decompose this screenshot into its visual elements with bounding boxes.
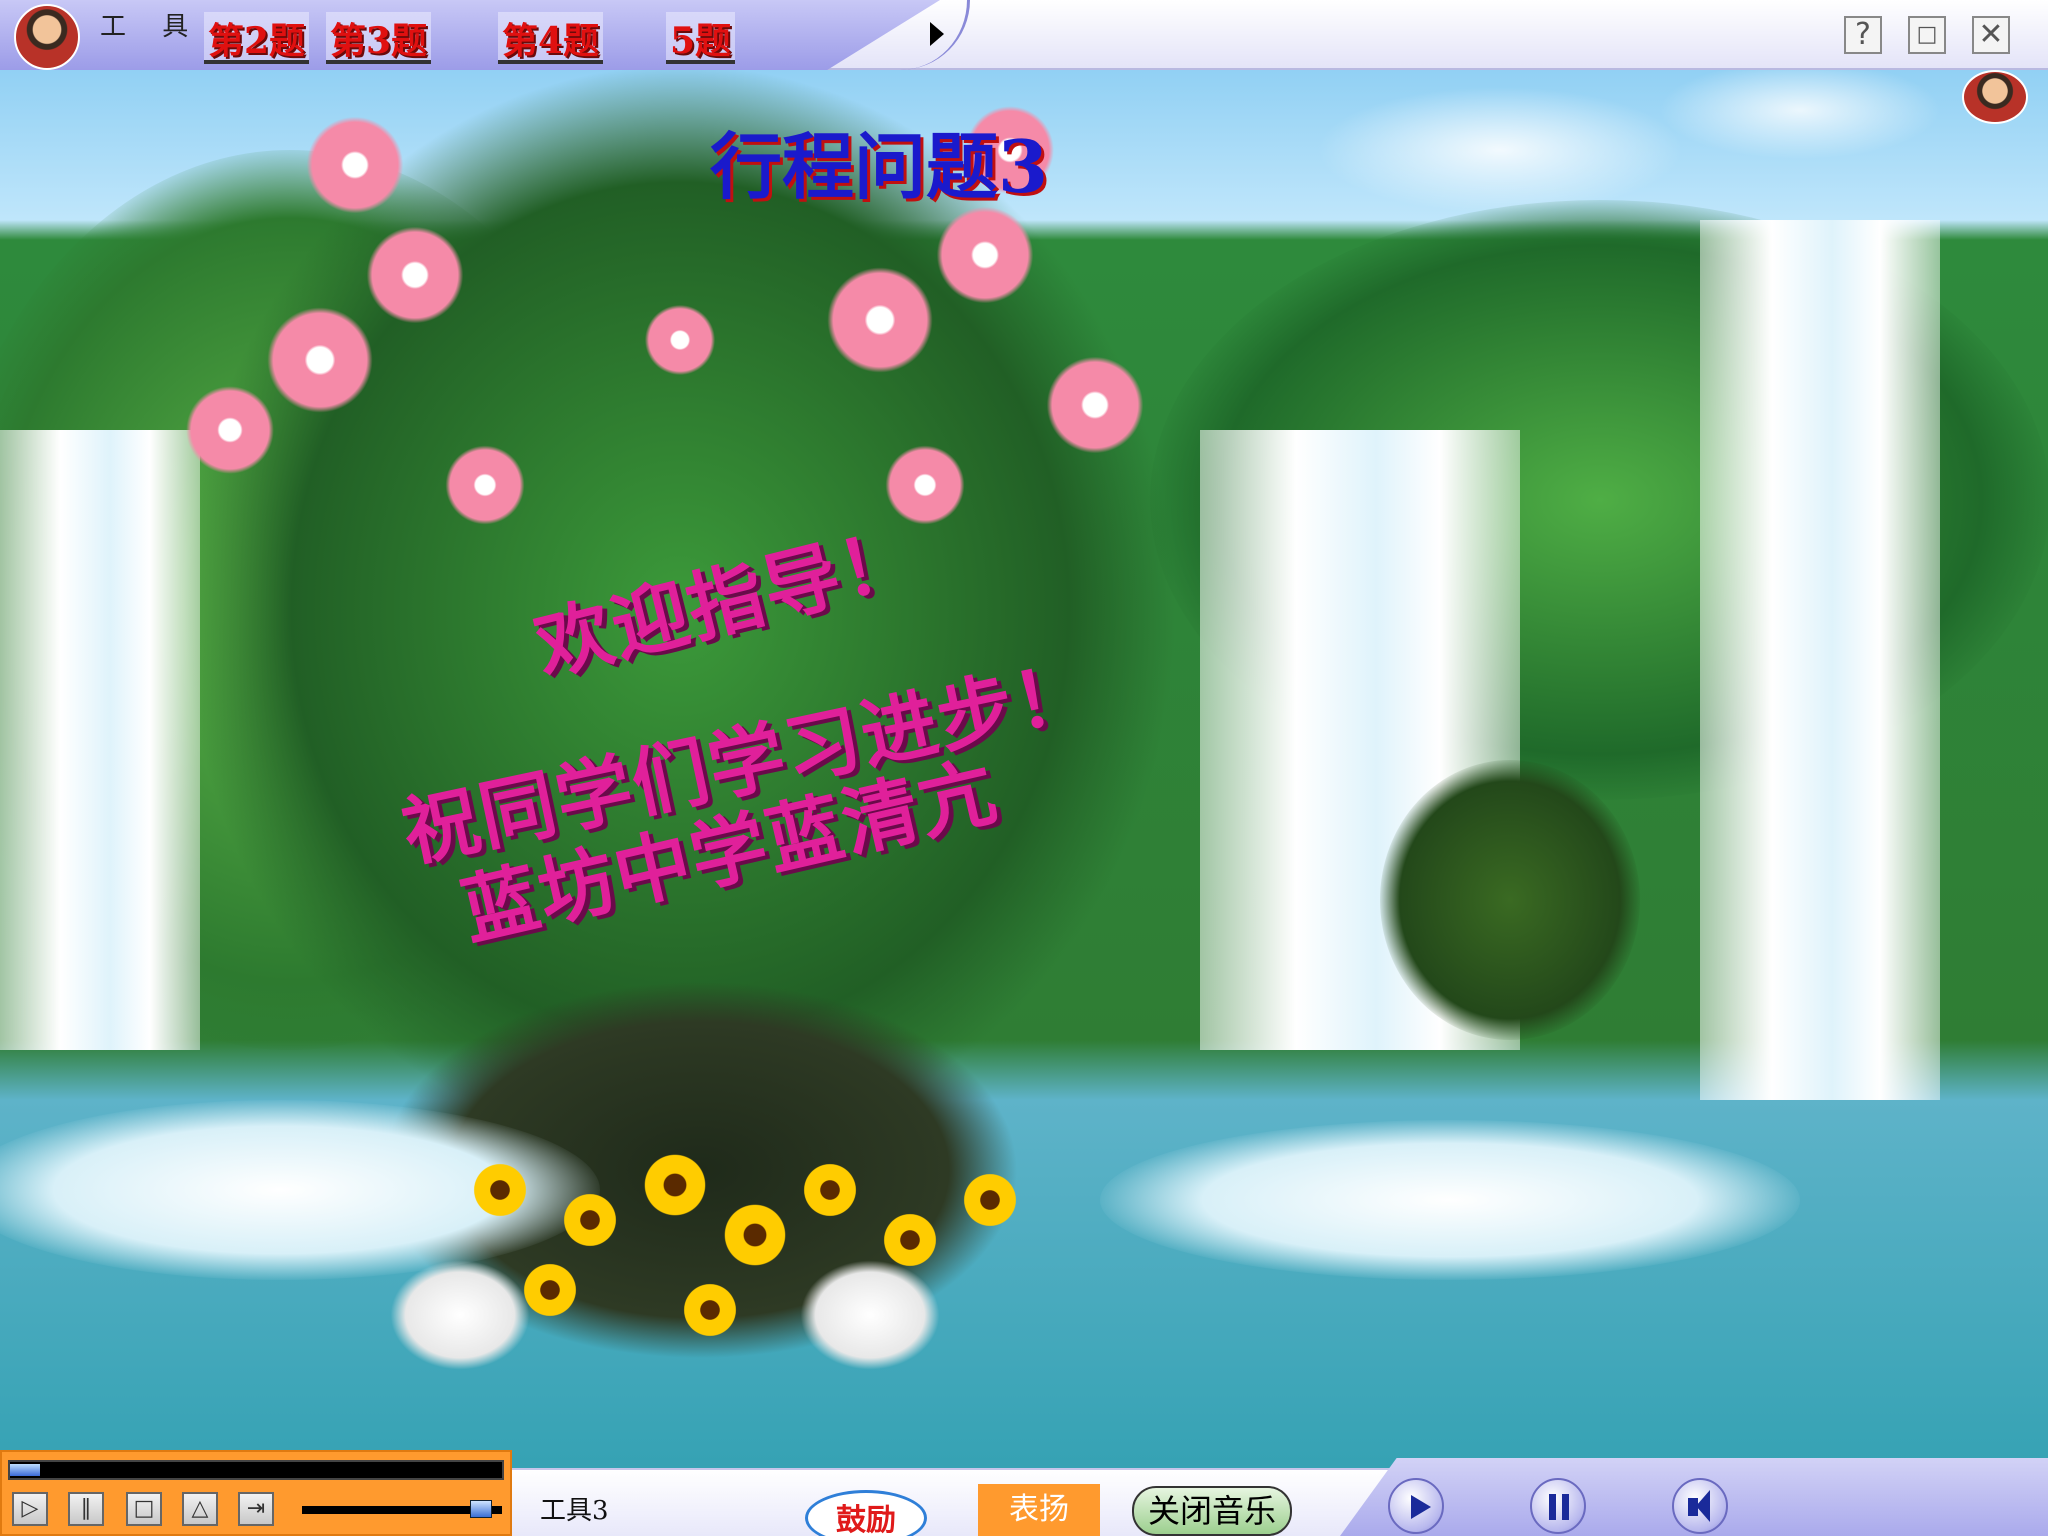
top-toolbar: 工 具 第2题 第3题 第4题 5题 ? □ ✕ xyxy=(0,0,2048,70)
tools-menu[interactable]: 工 具 xyxy=(100,6,202,43)
toolbar-divider xyxy=(830,0,970,70)
pause-icon xyxy=(1549,1494,1556,1520)
next-arrow-icon[interactable] xyxy=(930,22,944,46)
teacher-avatar xyxy=(14,4,80,70)
background-scenery xyxy=(0,0,2048,1536)
help-icon[interactable]: ? xyxy=(1844,16,1882,54)
volume-button[interactable] xyxy=(1672,1478,1728,1534)
tool-3-label[interactable]: 工具3 xyxy=(540,1490,609,1527)
stop-music-button[interactable]: 关闭音乐 xyxy=(1132,1486,1292,1536)
play-icon xyxy=(1411,1495,1431,1519)
close-icon[interactable]: ✕ xyxy=(1972,16,2010,54)
media-progress-bar[interactable] xyxy=(8,1460,504,1480)
media-player: ▷ ∥ □ △ ⇥ xyxy=(0,1450,512,1536)
tab-question-2[interactable]: 第2题 xyxy=(204,12,310,64)
speaker-cone xyxy=(1696,1490,1710,1522)
media-play-icon[interactable]: ▷ xyxy=(12,1492,48,1526)
teacher-avatar-corner xyxy=(1962,70,2028,124)
slide-title: 行程问题3 xyxy=(710,124,1049,209)
tab-question-4[interactable]: 第4题 xyxy=(498,12,604,64)
volume-knob[interactable] xyxy=(470,1500,492,1518)
media-progress-fill xyxy=(10,1464,40,1476)
pause-button[interactable] xyxy=(1530,1478,1586,1534)
media-stop-icon[interactable]: □ xyxy=(126,1492,162,1526)
play-button[interactable] xyxy=(1388,1478,1444,1534)
media-pause-icon[interactable]: ∥ xyxy=(68,1492,104,1526)
pause-icon-bar xyxy=(1562,1494,1569,1520)
media-skip-icon[interactable]: ⇥ xyxy=(238,1492,274,1526)
restore-icon[interactable]: □ xyxy=(1908,16,1946,54)
tab-question-3[interactable]: 第3题 xyxy=(326,12,432,64)
media-eject-icon[interactable]: △ xyxy=(182,1492,218,1526)
tab-question-5[interactable]: 5题 xyxy=(666,12,736,64)
volume-slider[interactable] xyxy=(302,1500,502,1518)
praise-button[interactable]: 表扬 xyxy=(978,1484,1100,1536)
